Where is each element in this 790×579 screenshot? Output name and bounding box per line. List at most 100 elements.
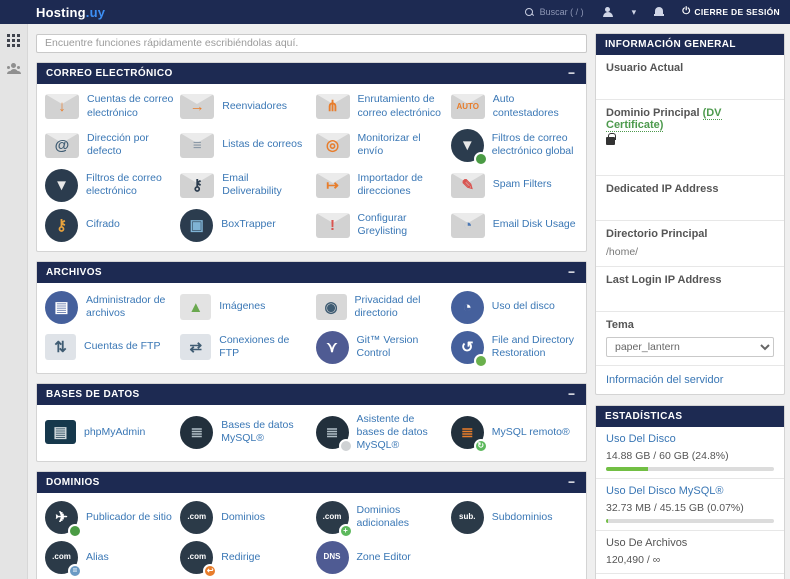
icon-glyph: .com	[52, 552, 71, 562]
feature-label: MySQL remoto®	[491, 425, 570, 438]
feature-item-mysql-database-wizard[interactable]: ≣ Asistente de bases de datos MySQL®	[315, 413, 445, 453]
user-manager-icon[interactable]	[6, 63, 22, 74]
collapse-section-button[interactable]: −	[566, 67, 577, 79]
logout-button[interactable]: ⏻ CIERRE DE SESIÓN	[682, 6, 780, 18]
feature-item-site-publisher[interactable]: ✈ Publicador de sitio	[45, 500, 174, 538]
feature-item-phpmyadmin[interactable]: ▤ phpMyAdmin	[45, 413, 174, 452]
quick-find-input[interactable]	[36, 33, 587, 53]
feature-sections: CORREO ELECTRÓNICO − ↓ Cuentas de correo el…	[36, 61, 587, 579]
feature-label: Git™ Version Control	[356, 333, 419, 359]
feature-item-track-delivery[interactable]: ◎ Monitorizar el envío	[315, 129, 445, 162]
stat-label: Uso De Archivos	[606, 537, 688, 549]
paper-plane-globe-icon: ✈	[45, 500, 82, 538]
feature-label: Dirección por defecto	[87, 131, 149, 157]
collapse-section-button[interactable]: −	[566, 266, 577, 278]
feature-item-encryption[interactable]: ⚷ Cifrado	[45, 208, 174, 242]
feature-item-autoresponders[interactable]: AUTO Auto contestadores	[450, 92, 580, 122]
section-header: CORREO ELECTRÓNICO −	[37, 62, 586, 84]
feature-item-email-filters[interactable]: ▼ Filtros de correo electrónico	[45, 168, 174, 202]
feature-item-file-restoration[interactable]: ↺ File and Directory Restoration	[450, 330, 580, 368]
feature-label: Dominios	[221, 510, 266, 523]
info-value	[606, 201, 774, 212]
icon-glyph: .com	[187, 512, 207, 522]
envelope-monitor-icon: ◎	[315, 132, 350, 158]
stat-label[interactable]: Uso Del Disco MySQL®	[606, 485, 774, 497]
feature-item-redirects[interactable]: .com ↩ Redirige	[180, 540, 309, 578]
feature-item-email-deliverability[interactable]: ⚷ Email Deliverability	[180, 169, 309, 202]
ftp-network-icon: ⇄	[180, 334, 212, 360]
feature-item-images[interactable]: ▲ Imágenes	[180, 291, 309, 324]
dot-com-equal-icon: .com =	[45, 540, 82, 578]
feature-item-zone-editor[interactable]: DNS Zone Editor	[315, 540, 445, 574]
feature-item-spam-filters[interactable]: ✎ Spam Filters	[450, 169, 580, 202]
feature-item-configure-greylisting[interactable]: ! Configurar Greylisting	[315, 209, 445, 242]
feature-item-address-importer[interactable]: ↦ Importador de direcciones	[315, 169, 445, 202]
feature-item-git-version-control[interactable]: ⋎ Git™ Version Control	[315, 330, 445, 364]
icon-glyph: ▤	[53, 423, 68, 441]
feature-item-directory-privacy[interactable]: ◉ Privacidad del directorio	[315, 291, 445, 324]
stat-label[interactable]: Uso Del Disco	[606, 433, 774, 445]
ftp-truck-icon: ⇅	[45, 334, 76, 360]
user-icon[interactable]	[602, 6, 614, 18]
feature-item-disk-usage[interactable]: ◔ Uso del disco	[450, 290, 580, 324]
feature-label: Conexiones de FTP	[219, 333, 290, 359]
collapse-section-button[interactable]: −	[566, 476, 577, 488]
server-information-link[interactable]: Información del servidor	[596, 365, 784, 394]
theme-select[interactable]: paper_lantern	[606, 337, 774, 357]
feature-item-email-accounts[interactable]: ↓ Cuentas de correo electrónico	[45, 92, 174, 122]
feature-label: Dominios adicionales	[356, 504, 410, 530]
topbar-search[interactable]: Buscar ( / )	[524, 7, 584, 17]
database-remote-icon: ≣ ↻	[450, 415, 488, 453]
feature-item-email-disk-usage[interactable]: ◔ Email Disk Usage	[450, 209, 580, 242]
feature-item-ftp-accounts[interactable]: ⇅ Cuentas de FTP	[45, 331, 174, 364]
feature-item-subdomains[interactable]: sub. Subdominios	[450, 500, 580, 534]
icon-glyph: ≡	[192, 136, 202, 154]
icon-glyph: ⋎	[326, 338, 338, 356]
icon-glyph: ↦	[326, 176, 339, 194]
envelope-key-icon: ⚷	[180, 172, 215, 198]
notifications-bell-icon[interactable]	[654, 6, 665, 18]
feature-item-addon-domains[interactable]: .com + Dominios adicionales	[315, 500, 445, 538]
disk-pie-icon: ◔	[450, 290, 484, 324]
section-header: DOMINIOS −	[37, 471, 586, 493]
stat-row-disk-usage: Uso Del Disco 14.88 GB / 60 GB (24.8%)	[596, 427, 784, 478]
apps-grid-icon[interactable]	[7, 34, 20, 47]
info-label: Usuario Actual	[606, 62, 684, 74]
info-value	[606, 80, 774, 91]
envelope-pie-icon: ◔	[450, 212, 485, 238]
icon-glyph: .com	[187, 552, 207, 562]
feature-label: Redirige	[221, 550, 261, 563]
feature-item-mysql-databases[interactable]: ≣ Bases de datos MySQL®	[180, 413, 309, 452]
file-cabinet-icon: ▤	[45, 290, 78, 324]
feature-item-default-address[interactable]: @ Dirección por defecto	[45, 129, 174, 162]
feature-item-file-manager[interactable]: ▤ Administrador de archivos	[45, 290, 174, 324]
brand-logo[interactable]: Hosting.uy	[36, 5, 105, 20]
database-wizard-icon: ≣	[315, 415, 353, 453]
info-label: Dominio Principal (DV Certificate)	[606, 107, 722, 132]
envelope-list-icon: ≡	[180, 132, 215, 158]
section-items: ▤ phpMyAdmin ≣ Bases de datos MySQL® ≣ Asiste…	[37, 405, 586, 461]
dot-com-redirect-icon: .com ↩	[180, 540, 218, 578]
feature-item-global-email-filters[interactable]: ▼ Filtros de correo electrónico global	[450, 128, 580, 166]
dv-certificate-link[interactable]: (DV Certificate)	[606, 107, 722, 132]
logout-icon: ⏻	[682, 6, 691, 17]
feature-item-ftp-connections[interactable]: ⇄ Conexiones de FTP	[180, 331, 309, 364]
section-header: BASES DE DATOS −	[37, 383, 586, 405]
feature-item-aliases[interactable]: .com = Alias	[45, 540, 174, 578]
feature-item-boxtrapper[interactable]: ▣ BoxTrapper	[180, 208, 309, 242]
feature-item-forwarders[interactable]: → Reenviadores	[180, 92, 309, 122]
feature-item-mailing-lists[interactable]: ≡ Listas de correos	[180, 129, 309, 162]
left-icon-rail	[0, 24, 28, 579]
brand-tld: .uy	[85, 4, 106, 20]
feature-item-email-routing[interactable]: ⋔ Enrutamiento de correo electrónico	[315, 92, 445, 122]
general-information-header: INFORMACIÓN GENERAL	[596, 34, 784, 55]
feature-item-domains[interactable]: .com Dominios	[180, 500, 309, 534]
feature-section: ARCHIVOS − ▤ Administrador de archivos ▲ Imág…	[36, 260, 587, 374]
icon-glyph: ⚷	[191, 176, 203, 194]
chevron-down-icon[interactable]: ▾	[632, 7, 637, 18]
feature-item-remote-mysql[interactable]: ≣ ↻ MySQL remoto®	[450, 413, 580, 453]
feature-label: Importador de direcciones	[357, 171, 423, 197]
collapse-section-button[interactable]: −	[566, 388, 577, 400]
folder-eye-icon: ◉	[315, 294, 347, 320]
feature-label: Zone Editor	[356, 550, 411, 563]
